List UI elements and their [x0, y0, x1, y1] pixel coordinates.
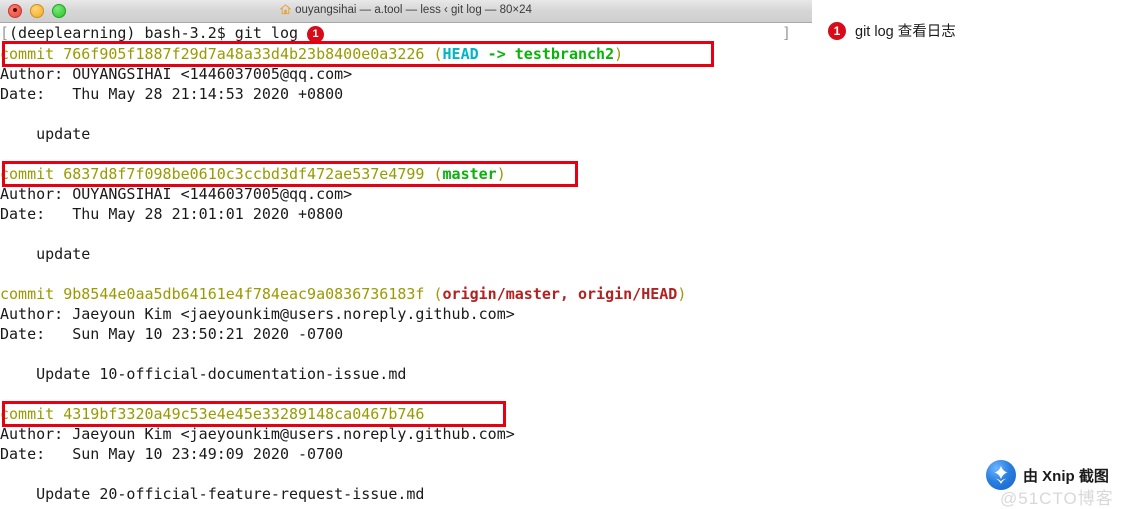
window-title-container: ouyangsihai — a.tool — less ‹ git log — … [0, 4, 812, 18]
cto-watermark-label: @51CTO博客 [1000, 489, 1114, 508]
terminal-prompt-line: [(deeplearning) bash-3.2$ git log 1 [0, 23, 325, 43]
ref-head: HEAD [442, 45, 479, 63]
step-badge-1: 1 [307, 26, 325, 43]
commit-message-2: update [0, 245, 91, 263]
xnip-label: 由 Xnip 截图 [1023, 467, 1109, 485]
commit-header-3: commit 9b8544e0aa5db64161e4f784eac9a0836… [0, 284, 686, 304]
ref-branch: master [442, 165, 497, 183]
commit-header-4: commit 4319bf3320a49c53e4e45e33289148ca0… [0, 404, 424, 424]
refs-open: ( [424, 165, 443, 183]
commit-author-3: Author: Jaeyoun Kim <jaeyounkim@users.no… [0, 305, 515, 323]
selection-bracket-left: [ [0, 24, 10, 42]
commit-message-3: Update 10-official-documentation-issue.m… [0, 365, 407, 383]
commit-hash: 766f905f1887f29d7a48a33d4b23b8400e0a3226 [63, 45, 425, 63]
terminal-content[interactable]: [(deeplearning) bash-3.2$ git log 1 ] co… [0, 23, 812, 508]
commit-hash: 6837d8f7f098be0610c3ccbd3df472ae537e4799 [63, 165, 425, 183]
commit-header-1: commit 766f905f1887f29d7a48a33d4b23b8400… [0, 44, 623, 64]
annotation-step-1: 1 git log 查看日志 [828, 20, 956, 41]
refs-close: ) [614, 45, 624, 63]
window-title: ouyangsihai — a.tool — less ‹ git log — … [295, 4, 532, 16]
commit-date-1: Date: Thu May 28 21:14:53 2020 +0800 [0, 85, 344, 103]
refs-open: ( [424, 285, 443, 303]
ref-branch: testbranch2 [514, 45, 615, 63]
commit-message-1: update [0, 125, 91, 143]
commit-keyword: commit [0, 405, 64, 423]
refs-open: ( [424, 45, 443, 63]
window-titlebar[interactable]: ouyangsihai — a.tool — less ‹ git log — … [0, 0, 812, 23]
commit-date-3: Date: Sun May 10 23:50:21 2020 -0700 [0, 325, 344, 343]
refs-close: ) [677, 285, 687, 303]
commit-date-4: Date: Sun May 10 23:49:09 2020 -0700 [0, 445, 344, 463]
commit-keyword: commit [0, 285, 64, 303]
ref-remote: origin/master, origin/HEAD [442, 285, 678, 303]
terminal-window: ouyangsihai — a.tool — less ‹ git log — … [0, 0, 812, 508]
commit-author-2: Author: OUYANGSIHAI <1446037005@qq.com> [0, 185, 353, 203]
commit-hash: 4319bf3320a49c53e4e45e33289148ca0467b746 [63, 405, 425, 423]
commit-date-2: Date: Thu May 28 21:01:01 2020 +0800 [0, 205, 344, 223]
commit-header-2: commit 6837d8f7f098be0610c3ccbd3df472ae5… [0, 164, 506, 184]
annotation-label-1: git log 查看日志 [855, 24, 956, 40]
ref-arrow: -> [478, 45, 515, 63]
maximize-button[interactable] [52, 4, 66, 18]
commit-keyword: commit [0, 165, 64, 183]
home-icon [279, 4, 292, 18]
window-controls [8, 4, 66, 18]
annotation-badge-1: 1 [828, 21, 846, 40]
commit-keyword: commit [0, 45, 64, 63]
commit-author-1: Author: OUYANGSIHAI <1446037005@qq.com> [0, 65, 353, 83]
commit-author-4: Author: Jaeyoun Kim <jaeyounkim@users.no… [0, 425, 515, 443]
commit-hash: 9b8544e0aa5db64161e4f784eac9a0836736183f [63, 285, 425, 303]
selection-bracket-right: ] [782, 24, 792, 42]
close-button[interactable] [8, 4, 22, 18]
prompt-text: (deeplearning) bash-3.2$ git log [9, 24, 308, 42]
commit-message-4: Update 20-official-feature-request-issue… [0, 485, 425, 503]
minimize-button[interactable] [30, 4, 44, 18]
refs-close: ) [496, 165, 506, 183]
